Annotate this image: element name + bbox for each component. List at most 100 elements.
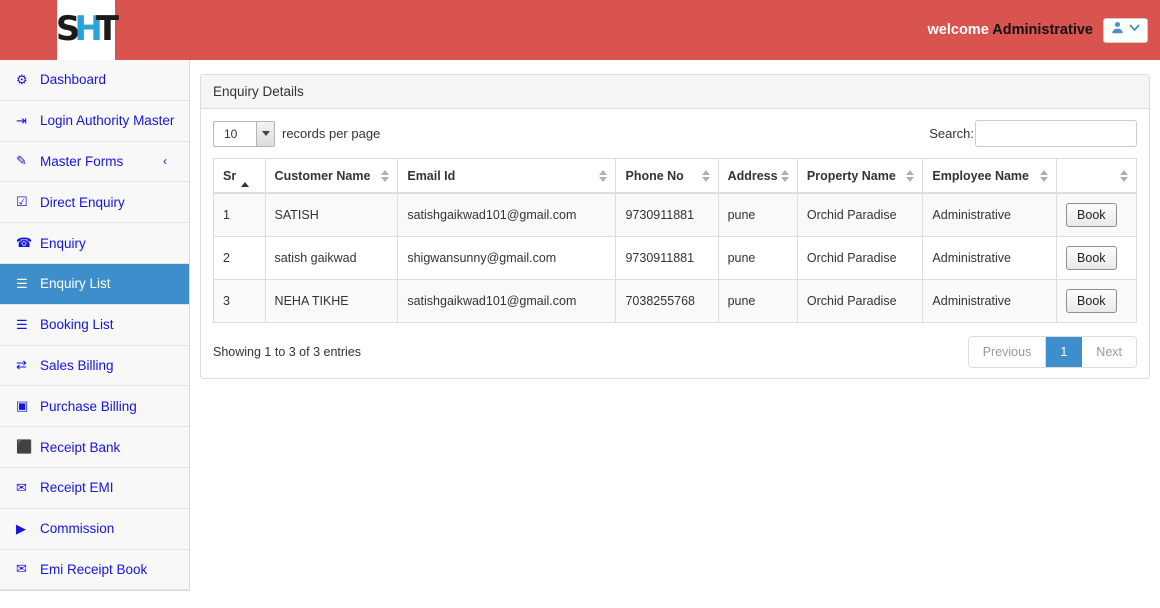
sidebar-item-purchase-billing[interactable]: ▣ Purchase Billing: [0, 386, 189, 428]
column-header-employee-name[interactable]: Employee Name: [922, 158, 1058, 194]
sidebar-item-master-forms[interactable]: ✎ Master Forms ‹: [0, 142, 189, 183]
search-input[interactable]: [975, 120, 1137, 147]
cell-customer-name: SATISH: [264, 192, 399, 237]
sort-both-icon: [906, 169, 915, 182]
file-icon: ⬛: [16, 439, 33, 455]
cell-property-name: Orchid Paradise: [796, 279, 924, 323]
sidebar-item-label: Receipt Bank: [40, 439, 121, 455]
table-row: 3 NEHA TIKHE satishgaikwad101@gmail.com 703…: [213, 279, 1137, 323]
cell-email: shigwansunny@gmail.com: [397, 236, 617, 280]
book-button[interactable]: Book: [1066, 246, 1117, 270]
column-header-label: Phone No: [625, 168, 684, 183]
sidebar-item-label: Purchase Billing: [40, 398, 137, 414]
check-square-icon: ☑: [16, 194, 28, 210]
records-per-page-select[interactable]: 10: [213, 120, 275, 147]
records-per-page-label: records per page: [282, 126, 381, 141]
column-header-action[interactable]: [1056, 158, 1137, 194]
cell-customer-name: satish gaikwad: [264, 236, 399, 280]
cell-email: satishgaikwad101@gmail.com: [397, 192, 617, 237]
money-icon: ▣: [16, 398, 29, 414]
logo-letter-t: T: [95, 9, 119, 49]
table-body: 1 SATISH satishgaikwad101@gmail.com 9730911…: [213, 192, 1137, 323]
book-button[interactable]: Book: [1066, 289, 1117, 313]
column-header-label: Address: [727, 168, 778, 183]
pagination-1[interactable]: 1: [1046, 337, 1083, 367]
table-row: 2 satish gaikwad shigwansunny@gmail.com 973…: [213, 236, 1137, 280]
cell-employee-name: Administrative: [922, 279, 1058, 323]
search-label: Search:: [929, 126, 974, 141]
table-header-row: Sr Customer Name Email Id Phone No Address Pr…: [213, 158, 1137, 194]
welcome-label: welcome: [927, 22, 993, 38]
sidebar-item-enquiry[interactable]: ☎ Enquiry: [0, 223, 189, 264]
column-header-label: Customer Name: [274, 168, 371, 183]
phone-icon: ☎: [16, 235, 33, 251]
chevron-left-icon: ‹: [163, 154, 167, 169]
sidebar-item-label: Login Authority Master: [40, 113, 175, 129]
pencil-icon: ✎: [16, 153, 27, 169]
sidebar-item-dashboard[interactable]: ⚙ Dashboard: [0, 60, 189, 101]
sidebar-item-direct-enquiry[interactable]: ☑ Direct Enquiry: [0, 182, 189, 224]
sidebar-item-receipt-emi[interactable]: ✉ Receipt EMI: [0, 468, 189, 509]
dashboard-icon: ⚙: [16, 71, 28, 87]
column-header-label: Property Name: [806, 168, 896, 183]
user-menu-button[interactable]: [1103, 17, 1148, 43]
app-logo[interactable]: SHT: [56, 0, 119, 60]
list-icon: ☰: [16, 316, 28, 332]
column-header-sr[interactable]: Sr: [213, 158, 266, 194]
panel-body: 10 records per page Search: Sr Customer N…: [201, 109, 1149, 378]
sidebar-item-label: Sales Billing: [40, 357, 114, 373]
sidebar-item-sales-billing[interactable]: ⇄ Sales Billing: [0, 346, 189, 387]
column-header-label: Email Id: [407, 168, 456, 183]
column-header-address[interactable]: Address: [717, 158, 798, 194]
envelope-icon: ✉: [16, 561, 27, 577]
column-header-phone-no[interactable]: Phone No: [615, 158, 719, 194]
cell-sr: 1: [213, 192, 266, 237]
pagination: Previous 1 Next: [967, 336, 1137, 368]
records-per-page-value: 10: [224, 126, 238, 141]
cell-action: Book: [1056, 192, 1137, 237]
cell-property-name: Orchid Paradise: [796, 192, 924, 237]
sidebar-item-label: Direct Enquiry: [40, 194, 125, 210]
column-header-label: Employee Name: [932, 168, 1029, 183]
exchange-icon: ⇄: [16, 357, 27, 373]
column-header-property-name[interactable]: Property Name: [796, 158, 924, 194]
sidebar-item-label: Enquiry: [40, 235, 86, 251]
sidebar-item-commission[interactable]: ▶ Commission: [0, 509, 189, 550]
column-header-customer-name[interactable]: Customer Name: [264, 158, 399, 194]
sidebar-item-label: Dashboard: [40, 72, 107, 88]
cell-address: pune: [717, 279, 798, 323]
logged-in-user-name: Administrative: [992, 22, 1093, 38]
cell-sr: 3: [213, 279, 266, 323]
sort-ascending-icon: [241, 168, 250, 187]
panel-title: Enquiry Details: [201, 75, 1149, 109]
cell-action: Book: [1056, 236, 1137, 280]
sidebar-item-label: Master Forms: [40, 153, 124, 169]
sidebar-item-enquiry-list[interactable]: ☰ Enquiry List: [0, 263, 189, 305]
sidebar-item-login-authority-master[interactable]: ⇥ Login Authority Master: [0, 101, 189, 142]
list-icon: ☰: [16, 275, 28, 291]
envelope-icon: ✉: [16, 479, 27, 495]
main-content: Enquiry Details 10 records per page Sear…: [190, 60, 1160, 608]
enquiry-table: Sr Customer Name Email Id Phone No Address Pr…: [213, 158, 1137, 323]
cell-phone: 7038255768: [615, 279, 719, 323]
cell-property-name: Orchid Paradise: [796, 236, 924, 280]
sidebar-item-receipt-bank[interactable]: ⬛ Receipt Bank: [0, 427, 189, 468]
sidebar-item-booking-list[interactable]: ☰ Booking List: [0, 305, 189, 346]
sort-both-icon: [381, 169, 390, 182]
sort-both-icon: [1040, 169, 1049, 182]
top-header-bar: SHT welcome Administrative: [0, 0, 1160, 60]
sidebar-item-emi-receipt-book[interactable]: ✉ Emi Receipt Book: [0, 550, 189, 591]
sht-logo-icon: SHT: [56, 9, 119, 49]
welcome-message: welcome Administrative: [928, 22, 1093, 38]
book-button[interactable]: Book: [1066, 203, 1117, 227]
column-header-label: Sr: [223, 169, 237, 183]
header-right-group: welcome Administrative: [928, 17, 1148, 43]
table-row: 1 SATISH satishgaikwad101@gmail.com 9730911…: [213, 192, 1137, 237]
chevron-down-icon: [1128, 21, 1141, 39]
sidebar-item-label: Booking List: [40, 317, 114, 333]
cell-employee-name: Administrative: [922, 236, 1058, 280]
pagination-previous[interactable]: Previous: [968, 337, 1047, 367]
column-header-email-id[interactable]: Email Id: [397, 158, 617, 194]
cell-customer-name: NEHA TIKHE: [264, 279, 399, 323]
pagination-next[interactable]: Next: [1082, 337, 1136, 367]
